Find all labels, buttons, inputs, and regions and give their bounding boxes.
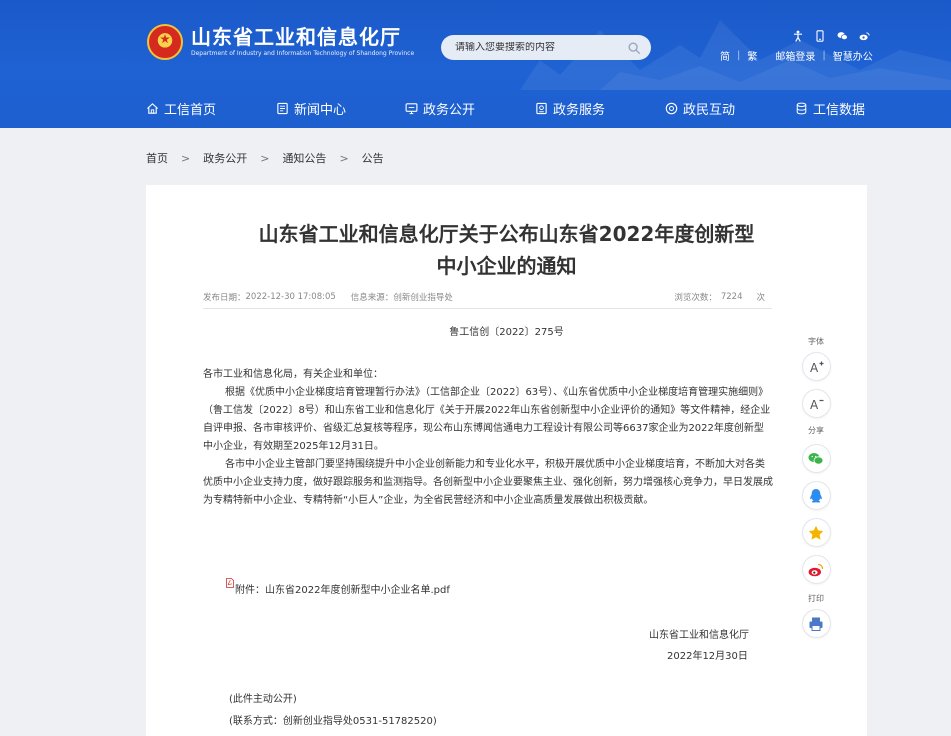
view-count: 7224 (720, 292, 743, 302)
search-icon[interactable] (627, 41, 641, 55)
article-title-line: 中小企业的通知 (436, 254, 577, 278)
breadcrumb-home[interactable]: 首页 (146, 150, 168, 166)
font-increase-icon: A (810, 361, 824, 375)
public-note: (此件主动公开) (229, 694, 297, 705)
traditional-chinese-link[interactable]: 繁 (747, 48, 757, 63)
search-input[interactable] (455, 42, 627, 53)
print-label: 打印 (808, 594, 824, 603)
breadcrumb-separator: > (339, 151, 349, 165)
weibo-icon (808, 563, 824, 576)
share-qq-button[interactable] (801, 481, 831, 510)
breadcrumb-separator: > (260, 151, 270, 165)
document-number: 鲁工信创〔2022〕275号 (449, 327, 564, 338)
nav-item-gov-service[interactable]: 政务服务 (535, 93, 605, 123)
publish-date: 2022-12-30 17:08:05 (245, 292, 336, 302)
publish-date-label: 发布日期： (203, 293, 246, 303)
main-nav: 工信首页 新闻中心 政务公开 政务服务 政民互动 工信数据 (0, 93, 951, 123)
breadcrumb: 首页 > 政务公开 > 通知公告 > 公告 (146, 150, 384, 166)
breadcrumb-announcement[interactable]: 公告 (362, 150, 384, 166)
signature-org: 山东省工业和信息化厅 (649, 630, 749, 641)
wechat-icon[interactable] (837, 27, 848, 40)
attachment-label: 附件：山东省2022年度创新型中小企业名单.pdf (235, 585, 450, 596)
nav-item-gov-affairs[interactable]: 政务公开 (405, 93, 475, 123)
salutation: 各市工业和信息化局，有关企业和单位： (203, 369, 383, 380)
body-paragraph: 根据《优质中小企业梯度培育管理暂行办法》（工信部企业〔2022〕63号）、《山东… (203, 387, 771, 452)
weibo-icon[interactable] (859, 27, 870, 41)
svg-text:A: A (810, 398, 819, 412)
nav-item-label: 工信数据 (813, 102, 866, 118)
top-links: 简 | 繁 邮箱登录 | 智慧办公 (720, 48, 873, 63)
nav-item-news[interactable]: 新闻中心 (276, 93, 346, 123)
email-login-link[interactable]: 邮箱登录 (775, 48, 815, 63)
smart-office-link[interactable]: 智慧办公 (833, 48, 873, 63)
monitor-icon (405, 102, 418, 114)
view-count-unit: 次 (756, 293, 765, 303)
print-button[interactable] (801, 609, 831, 638)
database-icon (796, 102, 807, 114)
simplified-chinese-link[interactable]: 简 (720, 48, 730, 63)
font-decrease-icon: A (810, 398, 824, 412)
site-header: 山东省工业和信息化厅 Department of Industry and In… (0, 0, 951, 128)
site-title: 山东省工业和信息化厅 (191, 25, 401, 49)
share-weibo-button[interactable] (801, 555, 831, 584)
nav-item-data[interactable]: 工信数据 (795, 93, 865, 123)
qq-icon (810, 488, 822, 502)
nav-item-label: 政务服务 (553, 102, 606, 118)
search-box (441, 35, 651, 60)
service-icon (536, 102, 547, 114)
site-subtitle: Department of Industry and Information T… (191, 50, 415, 57)
pdf-file-icon (226, 578, 234, 588)
source-label: 信息来源： (350, 293, 394, 303)
font-decrease-button[interactable]: A (801, 389, 831, 418)
qzone-icon (808, 525, 824, 540)
share-wechat-button[interactable] (801, 444, 831, 473)
share-qzone-button[interactable] (801, 518, 831, 547)
article-meta: 发布日期： 2022-12-30 17:08:05 信息来源： 创新创业指导处 … (203, 291, 765, 303)
breadcrumb-notices[interactable]: 通知公告 (282, 150, 326, 166)
interact-icon (665, 102, 678, 114)
nav-item-home[interactable]: 工信首页 (146, 93, 216, 123)
top-icon-bar (793, 27, 870, 42)
font-increase-button[interactable]: A (801, 352, 831, 381)
divider: | (822, 50, 826, 61)
news-icon (277, 102, 288, 114)
article-title: 山东省工业和信息化厅关于公布山东省2022年度创新型 中小企业的通知 (146, 218, 867, 282)
font-size-label: 字体 (808, 337, 824, 346)
breadcrumb-separator: > (181, 151, 191, 165)
signature-date: 2022年12月30日 (667, 651, 748, 662)
national-emblem-icon (147, 24, 183, 60)
breadcrumb-gov-affairs[interactable]: 政务公开 (203, 150, 247, 166)
home-icon (147, 102, 158, 114)
contact-note: (联系方式：创新创业指导处0531-51782520) (229, 716, 437, 727)
body-paragraph: 各市中小企业主管部门要坚持围绕提升中小企业创新能力和专业化水平，积极开展优质中小… (203, 459, 773, 506)
view-count-label: 浏览次数： (674, 293, 717, 303)
nav-item-label: 工信首页 (164, 102, 217, 118)
meta-divider (203, 308, 772, 309)
article-panel: 山东省工业和信息化厅关于公布山东省2022年度创新型 中小企业的通知 发布日期：… (146, 185, 867, 736)
nav-item-interaction[interactable]: 政民互动 (665, 93, 735, 123)
nav-item-label: 新闻中心 (294, 102, 347, 118)
side-toolbar: 字体 A A 分享 打印 (800, 336, 832, 638)
source-value: 创新创业指导处 (393, 293, 453, 303)
accessibility-icon[interactable] (793, 27, 803, 42)
wechat-icon (808, 452, 824, 465)
svg-text:A: A (810, 361, 819, 375)
share-label: 分享 (808, 426, 824, 435)
mobile-icon[interactable] (815, 27, 825, 42)
printer-icon (809, 617, 823, 631)
article-body: 各市工业和信息化局，有关企业和单位： 根据《优质中小企业梯度培育管理暂行办法》（… (203, 366, 773, 510)
divider: | (737, 50, 741, 61)
site-brand[interactable]: 山东省工业和信息化厅 Department of Industry and In… (147, 24, 414, 60)
nav-item-label: 政民互动 (683, 102, 736, 118)
attachment-link[interactable]: 附件：山东省2022年度创新型中小企业名单.pdf (226, 578, 450, 596)
nav-item-label: 政务公开 (423, 102, 476, 118)
article-title-line: 山东省工业和信息化厅关于公布山东省2022年度创新型 (258, 222, 755, 246)
